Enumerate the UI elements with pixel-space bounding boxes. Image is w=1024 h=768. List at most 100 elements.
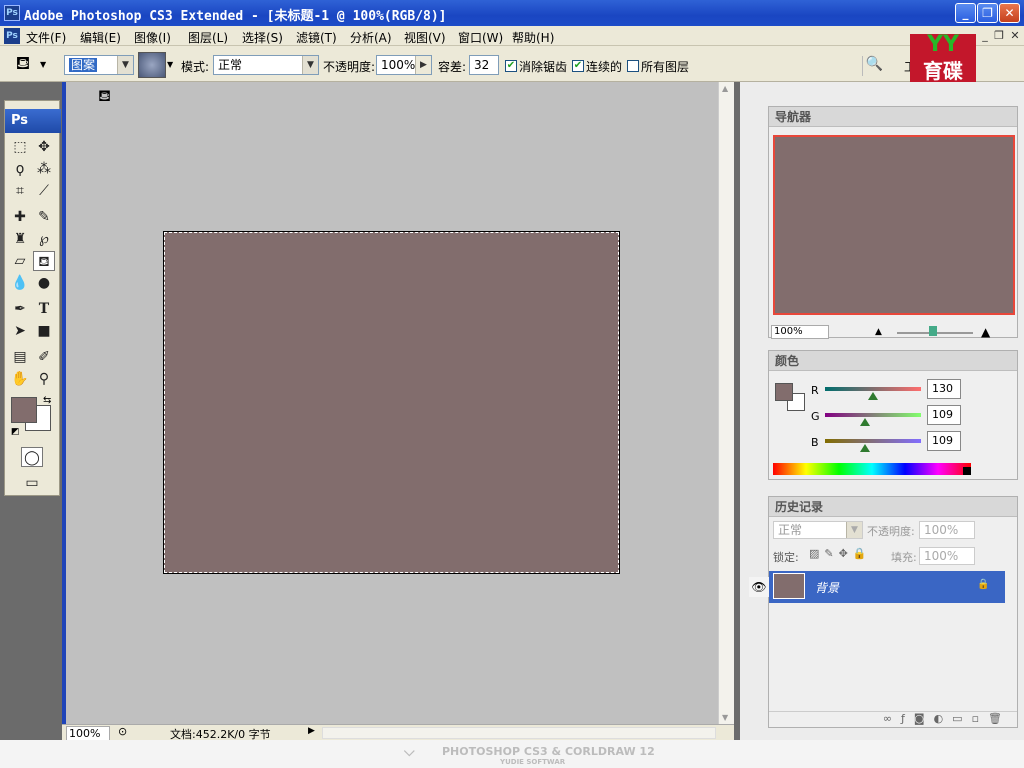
menu-file[interactable]: 文件(F) [26,29,66,46]
g-input[interactable]: 109 [927,405,961,425]
layer-opacity-input[interactable]: 100% [919,521,975,539]
document-canvas[interactable] [163,231,620,574]
layer-row-background[interactable]: 👁 背景 🔒 [749,571,1005,603]
spectrum-black-swatch[interactable] [963,467,971,475]
title-bar: Ps Adobe Photoshop CS3 Extended - [未标题-1… [0,0,1024,26]
watermark-bar: ⌵ PHOTOSHOP CS3 & CORLDRAW 12 YUDIE SOFT… [0,740,1024,768]
options-bar: ⛾ ▼ 图案 ▼ ▼ 模式: 正常 ▼ 不透明度: 100% ▶ 容差: 32 … [0,46,1024,82]
doc-close-icon[interactable]: ✕ [1008,29,1022,42]
color-fg-swatch[interactable] [775,383,793,401]
zoom-out-icon[interactable]: ▲ [875,327,882,337]
navigator-zoom-field[interactable]: 100% [771,325,829,339]
r-input[interactable]: 130 [927,379,961,399]
lock-icons[interactable]: ▨✎✥🔒 [809,547,872,560]
menu-window[interactable]: 窗口(W) [458,29,503,46]
status-menu-icon[interactable]: ▶ [308,726,315,736]
dodge-tool-icon[interactable]: ● [33,273,55,293]
scroll-up-icon[interactable]: ▲ [722,84,728,93]
navigator-preview[interactable] [773,135,1015,315]
status-info-icon[interactable]: ⊙ [118,725,127,738]
close-button[interactable]: ✕ [999,3,1020,23]
zoom-field[interactable]: 100% [66,726,110,741]
doc-minimize-icon[interactable]: _ [978,29,992,42]
magic-wand-icon[interactable]: ⁂ [33,159,55,179]
r-slider-thumb[interactable] [868,392,878,400]
menu-layer[interactable]: 图层(L) [188,29,228,46]
minimize-button[interactable]: _ [955,3,976,23]
slice-tool-icon[interactable]: ⟋ [33,181,55,201]
doc-restore-icon[interactable]: ❐ [992,29,1006,42]
blend-mode-select[interactable]: 正常 ▼ [773,521,863,539]
b-slider[interactable] [825,439,921,443]
all-layers-checkbox[interactable]: ✔ [627,60,639,72]
pattern-dropdown-icon[interactable]: ▼ [167,60,173,69]
navigator-zoom-thumb[interactable] [929,326,937,336]
menu-select[interactable]: 选择(S) [242,29,283,46]
lock-icon: 🔒 [977,579,990,590]
menu-analysis[interactable]: 分析(A) [350,29,392,46]
r-slider[interactable] [825,387,921,391]
b-input[interactable]: 109 [927,431,961,451]
menu-image[interactable]: 图像(I) [134,29,171,46]
vertical-scrollbar[interactable]: ▲ ▼ [718,82,734,724]
app-icon[interactable]: Ps [4,5,20,21]
marquee-tool-icon[interactable]: ⬚ [9,137,31,157]
screen-mode-icon[interactable]: ▭ [21,473,43,493]
brush-tool-icon[interactable]: ✎ [33,207,55,227]
preset-dropdown-icon[interactable]: ▼ [40,60,46,69]
eye-icon[interactable]: 👁 [749,577,769,597]
zoom-in-icon[interactable]: ▲ [981,325,990,339]
menu-edit[interactable]: 编辑(E) [80,29,121,46]
fill-source-select[interactable]: 图案 ▼ [64,55,134,75]
maximize-button[interactable]: ❐ [977,3,998,23]
paint-bucket-tool-icon[interactable]: ⛾ [33,251,55,271]
zoom-tool-icon[interactable]: ⚲ [33,369,55,389]
menu-view[interactable]: 视图(V) [404,29,446,46]
color-title[interactable]: 颜色 [769,351,1017,371]
eyedropper-tool-icon[interactable]: ✐ [33,347,55,367]
layer-name[interactable]: 背景 [815,579,839,596]
paint-bucket-preset-icon[interactable]: ⛾ [10,52,36,76]
chevron-right-icon[interactable]: ▶ [415,56,431,74]
b-slider-thumb[interactable] [860,444,870,452]
type-tool-icon[interactable]: T [33,299,55,319]
healing-brush-icon[interactable]: ✚ [9,207,31,227]
eraser-tool-icon[interactable]: ▱ [9,251,31,271]
clone-stamp-icon[interactable]: ♜ [9,229,31,249]
layer-action-icons[interactable]: ∞ƒ◙◐▭▫🗑 [769,711,1017,727]
foreground-color-swatch[interactable] [11,397,37,423]
lasso-tool-icon[interactable]: ϙ [9,159,31,179]
layer-fill-input[interactable]: 100% [919,547,975,565]
default-colors-icon[interactable]: ◩ [11,427,20,437]
opacity-input[interactable]: 100% ▶ [376,55,432,75]
notes-tool-icon[interactable]: ▤ [9,347,31,367]
antialias-checkbox[interactable]: ✔ [505,60,517,72]
blur-tool-icon[interactable]: 💧 [9,273,31,293]
g-slider[interactable] [825,413,921,417]
quick-mask-icon[interactable]: ◯ [21,447,43,467]
crop-tool-icon[interactable]: ⌗ [9,181,31,201]
pen-tool-icon[interactable]: ✒ [9,299,31,319]
path-selection-icon[interactable]: ➤ [9,321,31,341]
swap-colors-icon[interactable]: ⇆ [43,395,51,406]
hand-tool-icon[interactable]: ✋ [9,369,31,389]
color-spectrum-bar[interactable] [773,463,971,475]
move-tool-icon[interactable]: ✥ [33,137,55,157]
scroll-down-icon[interactable]: ▼ [722,713,728,722]
mode-select[interactable]: 正常 ▼ [213,55,319,75]
pattern-swatch[interactable] [138,52,166,78]
document-icon[interactable]: Ps [4,28,20,44]
bridge-icon[interactable]: 🔍 [862,56,886,76]
layers-title[interactable]: 历史记录 [769,497,1017,517]
shape-tool-icon[interactable]: ■ [33,321,55,341]
tolerance-input[interactable]: 32 [469,55,499,75]
chevron-down-icon: ▼ [846,522,862,538]
navigator-title[interactable]: 导航器 [769,107,1017,127]
menu-help[interactable]: 帮助(H) [512,29,554,46]
history-brush-icon[interactable]: ℘ [33,229,55,249]
horizontal-scrollbar[interactable] [322,727,716,739]
menu-filter[interactable]: 滤镜(T) [296,29,337,46]
contiguous-checkbox[interactable]: ✔ [572,60,584,72]
g-label: G [811,410,820,423]
g-slider-thumb[interactable] [860,418,870,426]
